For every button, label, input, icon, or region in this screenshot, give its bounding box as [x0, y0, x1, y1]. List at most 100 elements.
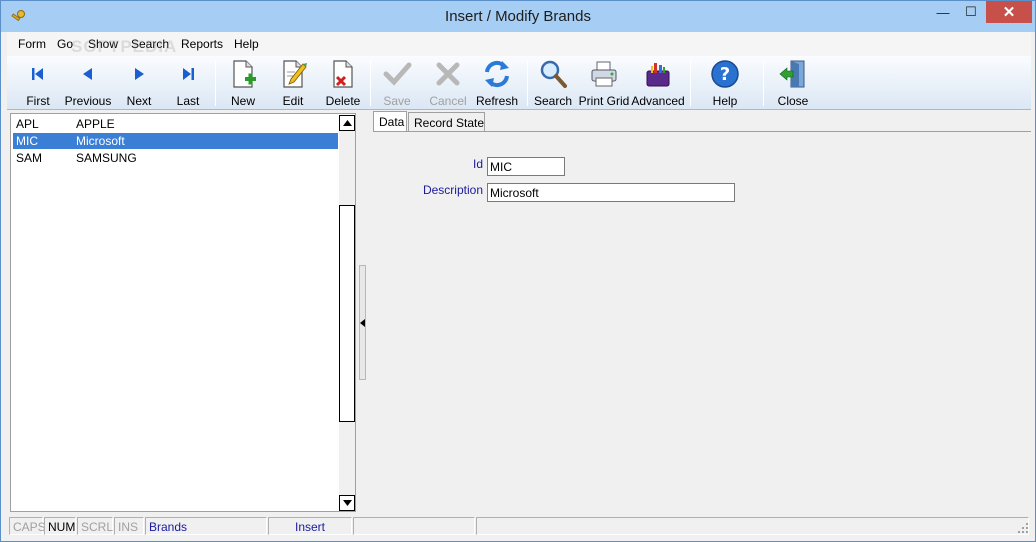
resize-grip-icon[interactable]: [1017, 522, 1029, 534]
print-grid-button[interactable]: Print Grid: [579, 58, 629, 108]
close-button[interactable]: Close: [775, 58, 811, 108]
list-item-id: SAM: [16, 151, 43, 165]
help-button[interactable]: ? Help: [707, 58, 743, 108]
printer-icon: [591, 61, 617, 87]
status-ins: INS: [114, 517, 144, 535]
toolbar-separator: [763, 60, 764, 106]
tab-data[interactable]: Data: [373, 111, 407, 132]
menu-reports[interactable]: Reports: [181, 37, 223, 51]
close-label: Close: [777, 94, 809, 108]
last-label: Last: [176, 94, 200, 108]
toolbar-separator: [690, 60, 691, 106]
status-bar: CAPS NUM SCRL INS Brands Insert: [7, 516, 1031, 536]
save-button[interactable]: Save: [380, 58, 414, 108]
edit-document-icon: [283, 60, 307, 88]
first-label: First: [26, 94, 50, 108]
refresh-button[interactable]: Refresh: [475, 58, 519, 108]
list-scrollbar[interactable]: [339, 115, 355, 511]
delete-label: Delete: [325, 94, 361, 108]
toolbar-separator: [370, 60, 371, 106]
svg-text:?: ?: [720, 64, 730, 85]
delete-button[interactable]: Delete: [324, 58, 362, 108]
new-button[interactable]: New: [225, 58, 261, 108]
description-label: Description: [422, 183, 483, 197]
status-panel: [353, 517, 475, 535]
last-button[interactable]: Last: [171, 58, 205, 108]
description-field[interactable]: Microsoft: [487, 183, 735, 202]
help-icon: ?: [711, 60, 739, 88]
status-caps: CAPS: [9, 517, 46, 535]
help-label: Help: [712, 94, 738, 108]
toolbox-icon: [646, 63, 670, 87]
scroll-down-button[interactable]: [339, 495, 355, 511]
id-label: Id: [472, 157, 483, 171]
status-panel: [476, 517, 1029, 535]
refresh-label: Refresh: [475, 94, 519, 108]
tab-record-state[interactable]: Record State: [408, 112, 485, 132]
title-bar[interactable]: Insert / Modify Brands — ☐ ✕: [1, 1, 1035, 32]
maximize-button[interactable]: ☐: [958, 1, 984, 23]
toolbar: First Previous Next Last New Edit Delete…: [7, 56, 1031, 110]
status-table-name: Brands: [145, 517, 267, 535]
edit-button[interactable]: Edit: [275, 58, 311, 108]
close-window-button[interactable]: ✕: [986, 1, 1032, 23]
edit-label: Edit: [282, 94, 304, 108]
exit-door-icon: [779, 60, 805, 88]
menu-show[interactable]: Show: [88, 37, 118, 51]
status-scrl: SCRL: [77, 517, 113, 535]
last-icon: [183, 68, 194, 80]
main-window: Insert / Modify Brands — ☐ ✕ Form Go Sho…: [0, 0, 1036, 542]
next-button[interactable]: Next: [122, 58, 156, 108]
cross-icon: [436, 62, 460, 86]
previous-icon: [83, 68, 92, 80]
menu-search[interactable]: Search: [131, 37, 169, 51]
next-icon: [135, 68, 144, 80]
status-num: NUM: [44, 517, 76, 535]
list-item[interactable]: SAM SAMSUNG: [13, 150, 338, 166]
data-form: Id MIC Description Microsoft: [373, 131, 1031, 512]
first-icon: [32, 68, 43, 80]
new-label: New: [230, 94, 255, 108]
toolbar-separator: [215, 60, 216, 106]
search-label: Search: [533, 94, 573, 108]
next-label: Next: [126, 94, 152, 108]
refresh-icon: [485, 60, 509, 88]
advanced-button[interactable]: Advanced: [631, 58, 685, 108]
menu-help[interactable]: Help: [234, 37, 259, 51]
minimize-button[interactable]: —: [931, 1, 955, 23]
list-item-id: MIC: [16, 134, 38, 148]
list-item-id: APL: [16, 117, 39, 131]
save-label: Save: [383, 94, 411, 108]
cancel-button[interactable]: Cancel: [427, 58, 469, 108]
menu-form[interactable]: Form: [18, 37, 46, 51]
id-field[interactable]: MIC: [487, 157, 565, 176]
list-item-description: SAMSUNG: [76, 151, 137, 165]
previous-label: Previous: [64, 94, 112, 108]
cancel-label: Cancel: [429, 94, 467, 108]
list-item-description: APPLE: [76, 117, 115, 131]
list-item[interactable]: APL APPLE: [13, 116, 338, 132]
scroll-up-button[interactable]: [339, 115, 355, 131]
window-title: Insert / Modify Brands: [445, 8, 591, 25]
print-grid-label: Print Grid: [578, 94, 630, 108]
magnifier-icon: [540, 60, 567, 88]
new-document-icon: [233, 60, 256, 88]
arrow-up-icon: [342, 120, 352, 126]
scroll-thumb[interactable]: [339, 205, 355, 422]
brands-list[interactable]: APL APPLE MIC Microsoft SAM SAMSUNG: [10, 113, 356, 512]
checkmark-icon: [383, 62, 412, 86]
collapse-left-icon: [360, 318, 365, 327]
search-button[interactable]: Search: [534, 58, 572, 108]
advanced-label: Advanced: [631, 94, 685, 108]
toolbar-separator: [527, 60, 528, 106]
delete-document-icon: [333, 60, 353, 88]
first-button[interactable]: First: [19, 58, 57, 108]
previous-button[interactable]: Previous: [64, 58, 112, 108]
panel-splitter[interactable]: [359, 265, 366, 380]
arrow-down-icon: [342, 500, 352, 506]
menu-bar: Form Go Show Search Reports Help: [7, 32, 1031, 56]
menu-go[interactable]: Go: [57, 37, 73, 51]
list-item-description: Microsoft: [76, 134, 125, 148]
status-mode: Insert: [268, 517, 352, 535]
list-item-selected[interactable]: MIC Microsoft: [13, 133, 338, 149]
